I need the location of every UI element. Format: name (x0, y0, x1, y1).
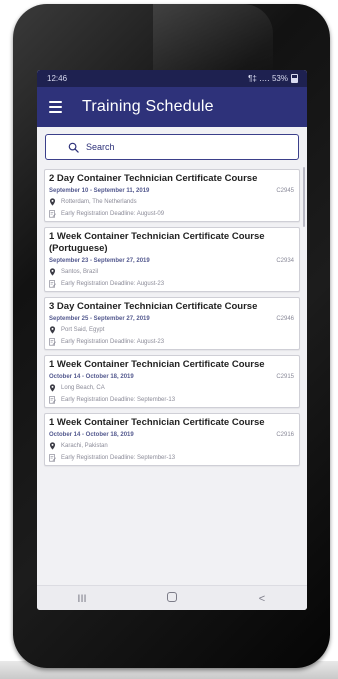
course-code: C2916 (276, 432, 294, 438)
course-card[interactable]: 1 Week Container Technician Certificate … (44, 413, 300, 466)
course-date-row: October 14 - October 18, 2019 C2915 (49, 374, 294, 380)
home-icon (167, 592, 177, 602)
registration-form-icon (49, 210, 56, 218)
page-title: Training Schedule (82, 98, 214, 115)
status-time: 12:46 (47, 74, 68, 83)
phone-frame: 12:46 ¶‡ ‥‥ 53% Training Schedule Search… (13, 4, 330, 668)
course-title: 3 Day Container Technician Certificate C… (49, 301, 258, 312)
course-date-row: September 10 - September 11, 2019 C2945 (49, 188, 294, 194)
course-location-row: Santos, Brazil (49, 268, 294, 276)
course-location-row: Long Beach, CA (49, 384, 294, 392)
course-title: 1 Week Container Technician Certificate … (49, 417, 265, 428)
course-deadline-row: Early Registration Deadline: September-1… (49, 454, 294, 462)
course-deadline: Early Registration Deadline: September-1… (61, 455, 176, 461)
android-nav-bar: III < (37, 585, 307, 610)
location-pin-icon (49, 326, 56, 334)
location-pin-icon (49, 442, 56, 450)
course-location: Rotterdam, The Netherlands (61, 199, 137, 205)
course-dates: September 25 - September 27, 2019 (49, 316, 150, 322)
course-card[interactable]: 2 Day Container Technician Certificate C… (44, 169, 300, 222)
scrollbar[interactable] (303, 167, 305, 227)
location-pin-icon (49, 384, 56, 392)
course-deadline-row: Early Registration Deadline: September-1… (49, 396, 294, 404)
course-deadline-row: Early Registration Deadline: August-23 (49, 338, 294, 346)
course-date-row: October 14 - October 18, 2019 C2916 (49, 432, 294, 438)
course-date-row: September 25 - September 27, 2019 C2946 (49, 316, 294, 322)
course-location-row: Rotterdam, The Netherlands (49, 198, 294, 206)
search-input[interactable]: Search (45, 134, 299, 160)
course-title: 2 Day Container Technician Certificate C… (49, 173, 258, 184)
course-dates: September 10 - September 11, 2019 (49, 188, 150, 194)
recents-button[interactable]: III (67, 593, 97, 605)
registration-form-icon (49, 396, 56, 404)
app-bar: Training Schedule (37, 87, 307, 127)
course-list[interactable]: Search 2 Day Container Technician Certif… (37, 127, 307, 585)
course-deadline: Early Registration Deadline: August-23 (61, 281, 165, 287)
registration-form-icon (49, 338, 56, 346)
course-title: 1 Week Container Technician Certificate … (49, 359, 265, 370)
course-location: Santos, Brazil (61, 269, 99, 275)
app-screen: 12:46 ¶‡ ‥‥ 53% Training Schedule Search… (37, 70, 307, 610)
course-location-row: Port Said, Egypt (49, 326, 294, 334)
status-indicators: ¶‡ ‥‥ 53% (248, 74, 298, 83)
course-deadline: Early Registration Deadline: August-09 (61, 211, 165, 217)
course-code: C2934 (276, 258, 294, 264)
course-deadline: Early Registration Deadline: August-23 (61, 339, 165, 345)
course-code: C2915 (276, 374, 294, 380)
search-icon (68, 142, 79, 153)
course-location-row: Karachi, Pakistan (49, 442, 294, 450)
status-indicator-text: ¶‡ ‥‥ 53% (248, 74, 288, 83)
location-pin-icon (49, 268, 56, 276)
course-date-row: September 23 - September 27, 2019 C2934 (49, 258, 294, 264)
back-button[interactable]: < (247, 593, 277, 605)
registration-form-icon (49, 280, 56, 288)
course-deadline-row: Early Registration Deadline: August-09 (49, 210, 294, 218)
course-card[interactable]: 1 Week Container Technician Certificate … (44, 227, 300, 292)
course-location: Long Beach, CA (61, 385, 105, 391)
course-location: Port Said, Egypt (61, 327, 105, 333)
course-card[interactable]: 3 Day Container Technician Certificate C… (44, 297, 300, 350)
hamburger-menu-icon[interactable] (49, 101, 62, 113)
course-location: Karachi, Pakistan (61, 443, 108, 449)
search-label: Search (86, 142, 115, 152)
course-dates: October 14 - October 18, 2019 (49, 432, 134, 438)
battery-icon (291, 74, 298, 83)
course-title: 1 Week Container Technician Certificate … (49, 231, 265, 254)
course-dates: October 14 - October 18, 2019 (49, 374, 134, 380)
status-bar: 12:46 ¶‡ ‥‥ 53% (37, 70, 307, 87)
course-code: C2946 (276, 316, 294, 322)
phone-glare (153, 4, 273, 74)
registration-form-icon (49, 454, 56, 462)
course-code: C2945 (276, 188, 294, 194)
home-button[interactable] (157, 592, 187, 605)
location-pin-icon (49, 198, 56, 206)
course-card[interactable]: 1 Week Container Technician Certificate … (44, 355, 300, 408)
course-deadline: Early Registration Deadline: September-1… (61, 397, 176, 403)
course-deadline-row: Early Registration Deadline: August-23 (49, 280, 294, 288)
course-dates: September 23 - September 27, 2019 (49, 258, 150, 264)
